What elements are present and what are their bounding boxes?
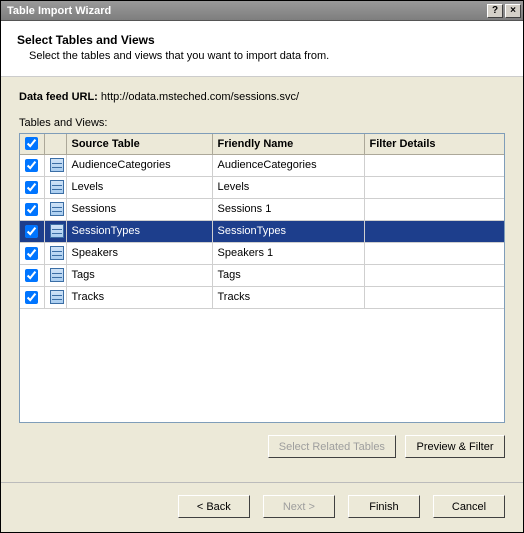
row-checkbox-cell[interactable] bbox=[20, 198, 44, 220]
row-checkbox-cell[interactable] bbox=[20, 154, 44, 176]
row-checkbox-cell[interactable] bbox=[20, 220, 44, 242]
cell-friendly-name[interactable]: Tracks bbox=[212, 286, 364, 308]
col-header-icon bbox=[44, 134, 66, 154]
tables-table: Source Table Friendly Name Filter Detail… bbox=[20, 134, 504, 309]
row-checkbox-cell[interactable] bbox=[20, 242, 44, 264]
table-icon bbox=[50, 158, 64, 172]
col-header-source[interactable]: Source Table bbox=[66, 134, 212, 154]
titlebar-buttons: ? × bbox=[487, 4, 521, 18]
table-icon bbox=[50, 246, 64, 260]
wizard-window: Table Import Wizard ? × Select Tables an… bbox=[0, 0, 524, 533]
select-related-button: Select Related Tables bbox=[268, 435, 396, 458]
cell-friendly-name[interactable]: AudienceCategories bbox=[212, 154, 364, 176]
page-heading: Select Tables and Views bbox=[17, 33, 507, 47]
col-header-checkbox[interactable] bbox=[20, 134, 44, 154]
row-checkbox-cell[interactable] bbox=[20, 176, 44, 198]
cell-source-table[interactable]: Tags bbox=[66, 264, 212, 286]
cell-filter-details[interactable] bbox=[364, 286, 504, 308]
cell-filter-details[interactable] bbox=[364, 220, 504, 242]
cell-filter-details[interactable] bbox=[364, 198, 504, 220]
row-icon-cell bbox=[44, 220, 66, 242]
grid-buttons: Select Related Tables Preview & Filter bbox=[19, 435, 505, 458]
cell-friendly-name[interactable]: Tags bbox=[212, 264, 364, 286]
next-button: Next > bbox=[263, 495, 335, 518]
table-row[interactable]: AudienceCategoriesAudienceCategories bbox=[20, 154, 504, 176]
table-icon bbox=[50, 290, 64, 304]
table-icon bbox=[50, 202, 64, 216]
cell-source-table[interactable]: Levels bbox=[66, 176, 212, 198]
row-icon-cell bbox=[44, 176, 66, 198]
table-row[interactable]: SessionsSessions 1 bbox=[20, 198, 504, 220]
grid-label: Tables and Views: bbox=[19, 117, 505, 129]
window-title: Table Import Wizard bbox=[7, 5, 487, 17]
cell-friendly-name[interactable]: Speakers 1 bbox=[212, 242, 364, 264]
table-row[interactable]: SessionTypesSessionTypes bbox=[20, 220, 504, 242]
row-checkbox-cell[interactable] bbox=[20, 264, 44, 286]
cell-filter-details[interactable] bbox=[364, 154, 504, 176]
table-icon bbox=[50, 268, 64, 282]
cell-source-table[interactable]: SessionTypes bbox=[66, 220, 212, 242]
row-checkbox[interactable] bbox=[25, 159, 38, 172]
row-checkbox[interactable] bbox=[25, 203, 38, 216]
row-icon-cell bbox=[44, 154, 66, 176]
preview-filter-button[interactable]: Preview & Filter bbox=[405, 435, 505, 458]
table-row[interactable]: TracksTracks bbox=[20, 286, 504, 308]
cancel-button[interactable]: Cancel bbox=[433, 495, 505, 518]
table-icon bbox=[50, 180, 64, 194]
table-icon bbox=[50, 224, 64, 238]
cell-friendly-name[interactable]: Sessions 1 bbox=[212, 198, 364, 220]
col-header-filter[interactable]: Filter Details bbox=[364, 134, 504, 154]
page-subheading: Select the tables and views that you wan… bbox=[29, 50, 507, 62]
row-icon-cell bbox=[44, 286, 66, 308]
row-icon-cell bbox=[44, 242, 66, 264]
row-checkbox[interactable] bbox=[25, 291, 38, 304]
cell-source-table[interactable]: Speakers bbox=[66, 242, 212, 264]
row-checkbox[interactable] bbox=[25, 247, 38, 260]
help-button[interactable]: ? bbox=[487, 4, 503, 18]
cell-source-table[interactable]: Tracks bbox=[66, 286, 212, 308]
table-row[interactable]: TagsTags bbox=[20, 264, 504, 286]
row-checkbox-cell[interactable] bbox=[20, 286, 44, 308]
header-panel: Select Tables and Views Select the table… bbox=[1, 21, 523, 77]
feed-url-label: Data feed URL: bbox=[19, 91, 98, 103]
row-checkbox[interactable] bbox=[25, 269, 38, 282]
finish-button[interactable]: Finish bbox=[348, 495, 420, 518]
col-header-friendly[interactable]: Friendly Name bbox=[212, 134, 364, 154]
main-panel: Data feed URL: http://odata.msteched.com… bbox=[1, 77, 523, 482]
back-button[interactable]: < Back bbox=[178, 495, 250, 518]
row-checkbox[interactable] bbox=[25, 181, 38, 194]
cell-filter-details[interactable] bbox=[364, 264, 504, 286]
row-icon-cell bbox=[44, 198, 66, 220]
titlebar: Table Import Wizard ? × bbox=[1, 1, 523, 21]
feed-url-value: http://odata.msteched.com/sessions.svc/ bbox=[101, 91, 299, 103]
cell-filter-details[interactable] bbox=[364, 176, 504, 198]
cell-friendly-name[interactable]: Levels bbox=[212, 176, 364, 198]
row-checkbox[interactable] bbox=[25, 225, 38, 238]
select-all-checkbox[interactable] bbox=[25, 137, 38, 150]
cell-filter-details[interactable] bbox=[364, 242, 504, 264]
feed-url-line: Data feed URL: http://odata.msteched.com… bbox=[19, 91, 505, 103]
cell-source-table[interactable]: Sessions bbox=[66, 198, 212, 220]
table-row[interactable]: SpeakersSpeakers 1 bbox=[20, 242, 504, 264]
row-icon-cell bbox=[44, 264, 66, 286]
tables-grid[interactable]: Source Table Friendly Name Filter Detail… bbox=[19, 133, 505, 423]
table-header-row: Source Table Friendly Name Filter Detail… bbox=[20, 134, 504, 154]
close-button[interactable]: × bbox=[505, 4, 521, 18]
cell-friendly-name[interactable]: SessionTypes bbox=[212, 220, 364, 242]
cell-source-table[interactable]: AudienceCategories bbox=[66, 154, 212, 176]
table-row[interactable]: LevelsLevels bbox=[20, 176, 504, 198]
wizard-footer: < Back Next > Finish Cancel bbox=[1, 482, 523, 532]
